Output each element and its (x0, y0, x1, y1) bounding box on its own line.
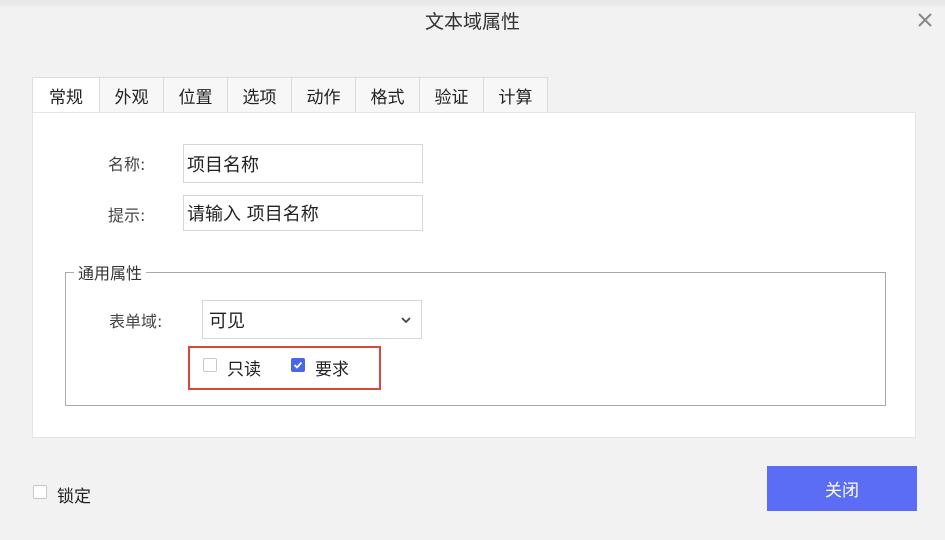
readonly-label: 只读 (227, 360, 261, 380)
tab-bar: 常规 外观 位置 选项 动作 格式 验证 计算 (32, 77, 548, 113)
tab-general[interactable]: 常规 (32, 77, 100, 113)
tab-appearance[interactable]: 外观 (100, 77, 164, 113)
tab-format[interactable]: 格式 (356, 77, 420, 113)
tab-actions[interactable]: 动作 (292, 77, 356, 113)
visibility-select[interactable]: 可见 (202, 300, 422, 339)
lock-checkbox[interactable] (33, 485, 47, 499)
dialog-title: 文本域属性 (424, 11, 520, 33)
tab-calculate[interactable]: 计算 (484, 77, 548, 113)
form-field-label: 表单域: (109, 312, 163, 331)
close-button[interactable]: 关闭 (767, 466, 917, 511)
required-label: 要求 (315, 360, 349, 380)
chevron-down-icon (401, 317, 411, 324)
common-properties-legend: 通用属性 (78, 264, 143, 283)
tip-label: 提示: (108, 206, 146, 225)
name-label: 名称: (108, 155, 146, 174)
lock-label: 锁定 (57, 487, 91, 507)
check-icon (293, 361, 303, 369)
visibility-select-value: 可见 (209, 310, 245, 332)
tab-position[interactable]: 位置 (164, 77, 228, 113)
top-strip (0, 0, 945, 6)
tip-field[interactable]: 请输入 项目名称 (183, 195, 423, 231)
tab-panel-general: 名称: 项目名称 提示: 请输入 项目名称 通用属性 表单域: 可见 (32, 112, 916, 438)
close-icon[interactable] (915, 10, 935, 30)
name-field[interactable]: 项目名称 (183, 144, 423, 183)
readonly-checkbox[interactable] (203, 358, 217, 372)
tab-validate[interactable]: 验证 (420, 77, 484, 113)
tab-options[interactable]: 选项 (228, 77, 292, 113)
required-checkbox[interactable] (291, 358, 305, 372)
